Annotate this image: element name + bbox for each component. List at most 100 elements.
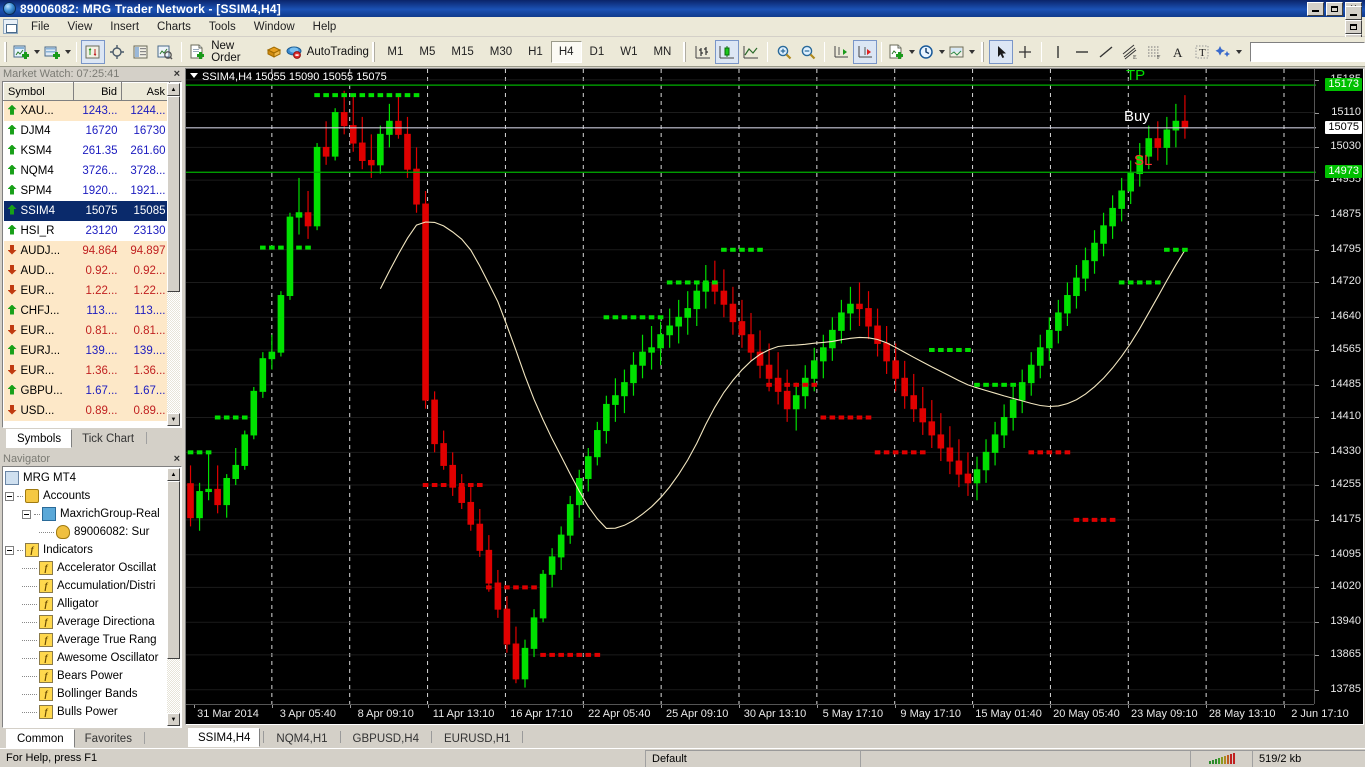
market-watch-row[interactable]: DJM4 16720 16730: [4, 121, 170, 141]
navigator-item[interactable]: f Accelerator Oscillat: [5, 559, 181, 577]
new-order-button[interactable]: New Order: [186, 40, 262, 64]
toolbar-grip-2[interactable]: [371, 41, 376, 62]
time-axis[interactable]: 31 Mar 2014 3 Apr 05:40 8 Apr 09:10 11 Apr …: [186, 704, 1349, 724]
timeframe-m30[interactable]: M30: [482, 41, 520, 63]
strategy-tester-button[interactable]: [153, 40, 177, 64]
expander-icon[interactable]: [22, 509, 31, 519]
minimize-button[interactable]: [1307, 1, 1324, 16]
fibonacci-button[interactable]: F: [1142, 40, 1166, 64]
market-watch-row[interactable]: CHFJ... 113.... 113....: [3, 300, 170, 321]
navigator-scrollbar[interactable]: ▲ ▼: [167, 468, 180, 726]
period-button[interactable]: [916, 40, 946, 64]
objects-button[interactable]: [1214, 40, 1244, 64]
navigator-close-icon[interactable]: ×: [174, 453, 180, 465]
nav-scroll-thumb[interactable]: [167, 481, 180, 659]
terminal-button[interactable]: [129, 40, 153, 64]
market-watch-row[interactable]: AUD... 0.92... 0.92...: [3, 260, 170, 281]
expander-icon[interactable]: [5, 491, 14, 501]
chart-plot-area[interactable]: TP Buy SL: [186, 69, 1316, 705]
zoom-in-button[interactable]: [772, 40, 796, 64]
status-connection-indicator[interactable]: [1190, 749, 1252, 767]
chart-tab[interactable]: GBPUSD,H4: [344, 730, 428, 747]
market-watch-row[interactable]: NQM4 3726... 3728...: [4, 161, 170, 181]
timeframe-h1[interactable]: H1: [520, 41, 551, 63]
text-label-button[interactable]: T: [1190, 40, 1214, 64]
market-watch-row[interactable]: KSM4 261.35 261.60: [4, 141, 170, 161]
new-chart-caret-icon[interactable]: [34, 49, 41, 54]
market-watch-row[interactable]: EUR... 1.22... 1.22...: [3, 280, 170, 301]
toolbar-grip-3[interactable]: [683, 41, 688, 62]
navigator-item[interactable]: f Indicators: [5, 541, 181, 559]
expander-icon[interactable]: [5, 545, 14, 555]
navigator-item[interactable]: f Bears Power: [5, 667, 181, 685]
navigator-item[interactable]: f Bollinger Bands: [5, 685, 181, 703]
menu-item-help[interactable]: Help: [304, 19, 346, 35]
objects-caret-icon[interactable]: [1236, 49, 1243, 54]
chart-canvas[interactable]: SSIM4,H4 15055 15090 15055 15075 TP Buy …: [185, 68, 1364, 725]
tab-tick-chart[interactable]: Tick Chart: [72, 430, 145, 447]
indicators-caret-icon[interactable]: [908, 49, 915, 54]
tab-common[interactable]: Common: [6, 729, 75, 748]
tab-symbols[interactable]: Symbols: [6, 429, 73, 448]
bar-chart-button[interactable]: [691, 40, 715, 64]
market-watch-row[interactable]: USD... 0.89... 0.89...: [3, 400, 170, 421]
market-watch-row[interactable]: HSI_R 23120 23130: [4, 221, 170, 241]
timeframe-w1[interactable]: W1: [612, 41, 645, 63]
new-chart-button[interactable]: [12, 40, 42, 64]
market-watch-row[interactable]: EUR... 0.81... 0.81...: [3, 320, 170, 341]
chart-tab[interactable]: SSIM4,H4: [188, 728, 261, 747]
toolbar-grip-4[interactable]: [980, 41, 985, 62]
market-watch-row[interactable]: SPM4 1920... 1921...: [4, 181, 170, 201]
navigator-item[interactable]: f Accumulation/Distri: [5, 577, 181, 595]
cursor-button[interactable]: [988, 39, 1013, 64]
chart-tab[interactable]: EURUSD,H1: [435, 730, 519, 747]
navigator-item[interactable]: f Bulls Power: [5, 703, 181, 721]
timeframe-m1[interactable]: M1: [379, 41, 411, 63]
crosshair-button[interactable]: [1013, 40, 1037, 64]
timeframe-mn[interactable]: MN: [645, 41, 679, 63]
nav-scroll-down-button[interactable]: ▼: [167, 713, 180, 726]
mdi-minimize-button[interactable]: [1345, 5, 1362, 20]
candlesticks-button[interactable]: [715, 39, 740, 64]
navigator-item[interactable]: MaxrichGroup-Real: [5, 505, 181, 523]
restore-button[interactable]: [1326, 1, 1343, 16]
auto-scroll-button[interactable]: [829, 40, 853, 64]
menu-item-tools[interactable]: Tools: [200, 19, 245, 35]
line-chart-button[interactable]: [739, 40, 763, 64]
profiles-button[interactable]: [42, 40, 72, 64]
vertical-line-button[interactable]: [1046, 40, 1070, 64]
horizontal-line-button[interactable]: [1070, 40, 1094, 64]
nav-scroll-up-button[interactable]: ▲: [167, 468, 180, 481]
text-button[interactable]: A: [1166, 40, 1190, 64]
chart-menu-icon[interactable]: [190, 73, 198, 78]
navigator-item[interactable]: 89006082: Sur: [5, 523, 181, 541]
mdi-restore-button[interactable]: [1345, 19, 1362, 34]
toolbar-grip[interactable]: [4, 41, 8, 62]
navigator-item[interactable]: Accounts: [5, 487, 181, 505]
market-watch-row[interactable]: EURJ... 139.... 139....: [3, 340, 170, 361]
menu-item-view[interactable]: View: [59, 19, 102, 35]
timeframe-d1[interactable]: D1: [582, 41, 613, 63]
market-watch-button[interactable]: [81, 39, 106, 64]
templates-caret-icon[interactable]: [969, 49, 976, 54]
period-caret-icon[interactable]: [938, 49, 945, 54]
scroll-thumb[interactable]: [167, 96, 180, 292]
tab-favorites[interactable]: Favorites: [74, 730, 142, 747]
scroll-up-button[interactable]: ▲: [167, 83, 180, 96]
navigator-item[interactable]: f Average Directiona: [5, 613, 181, 631]
market-watch-row[interactable]: EUR... 1.36... 1.36...: [3, 360, 170, 381]
menu-item-file[interactable]: File: [22, 19, 59, 35]
navigator-item[interactable]: f Alligator: [5, 595, 181, 613]
profiles-caret-icon[interactable]: [64, 49, 71, 54]
trendline-button[interactable]: [1094, 40, 1118, 64]
indicators-button[interactable]: [886, 40, 916, 64]
scroll-down-button[interactable]: ▼: [167, 413, 180, 426]
market-watch-close-icon[interactable]: ×: [174, 68, 180, 80]
zoom-out-button[interactable]: [796, 40, 820, 64]
toolbar-search-input[interactable]: [1249, 41, 1365, 62]
column-header-ask[interactable]: Ask: [121, 82, 170, 101]
equidistant-channel-button[interactable]: E: [1118, 40, 1142, 64]
menu-item-window[interactable]: Window: [245, 19, 304, 35]
status-profile[interactable]: Default: [645, 749, 860, 767]
market-watch-row[interactable]: SSIM4 15075 15085: [3, 200, 170, 221]
